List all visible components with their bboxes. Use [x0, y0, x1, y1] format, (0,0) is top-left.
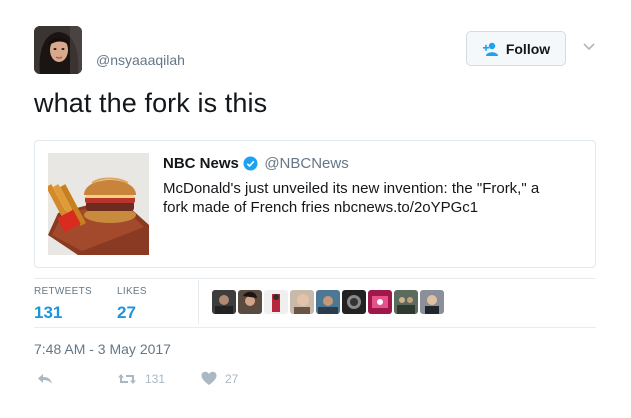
reply-icon [36, 371, 54, 387]
divider [34, 327, 596, 328]
heart-icon [201, 371, 217, 386]
retweets-stat[interactable]: RETWEETS 131 [34, 286, 92, 323]
follow-person-plus-icon [482, 42, 500, 56]
liker-avatar[interactable] [264, 290, 288, 314]
liker-avatar[interactable] [342, 290, 366, 314]
card-author-handle: @NBCNews [264, 155, 349, 172]
reply-button[interactable] [36, 371, 54, 387]
likes-label: LIKES [117, 286, 147, 297]
retweets-value: 131 [34, 303, 63, 322]
likes-stat[interactable]: LIKES 27 [117, 286, 147, 323]
divider [34, 278, 596, 279]
likes-value: 27 [117, 303, 136, 322]
card-text: McDonald's just unveiled its new inventi… [163, 180, 540, 216]
retweet-count: 131 [145, 372, 166, 386]
liker-avatar[interactable] [290, 290, 314, 314]
avatar[interactable] [34, 26, 82, 74]
card-author: NBC News [163, 155, 258, 172]
liker-avatar[interactable] [394, 290, 418, 314]
retweets-label: RETWEETS [34, 286, 92, 297]
like-button[interactable]: 27 [201, 371, 238, 386]
follow-button-label: Follow [505, 40, 551, 57]
liker-avatar[interactable] [368, 290, 392, 314]
like-count: 27 [225, 371, 239, 386]
tweet: @nsyaaaqilah Follow what the fork is thi… [0, 0, 631, 418]
tweet-timestamp[interactable]: 7:48 AM - 3 May 2017 [34, 341, 171, 357]
chevron-down-icon[interactable] [580, 40, 598, 54]
liker-avatar[interactable] [420, 290, 444, 314]
card-author-name: NBC News [163, 155, 239, 172]
retweet-icon [117, 371, 137, 387]
follow-button[interactable]: Follow [466, 31, 566, 66]
liker-avatar[interactable] [212, 290, 236, 314]
retweet-button[interactable]: 131 [117, 371, 165, 387]
card-body: NBC News @NBCNews McDonald's just unveil… [163, 155, 581, 217]
liker-avatar[interactable] [316, 290, 340, 314]
tweet-text: what the fork is this [34, 88, 268, 118]
user-handle[interactable]: @nsyaaaqilah [96, 52, 185, 68]
avatar-image [34, 26, 82, 74]
liker-avatar[interactable] [238, 290, 262, 314]
stats-separator [198, 280, 199, 324]
likers-avatars [212, 290, 444, 314]
quoted-tweet-card[interactable]: NBC News @NBCNews McDonald's just unveil… [34, 140, 596, 268]
frork-burger-image [48, 153, 149, 255]
verified-badge-icon [243, 156, 258, 171]
